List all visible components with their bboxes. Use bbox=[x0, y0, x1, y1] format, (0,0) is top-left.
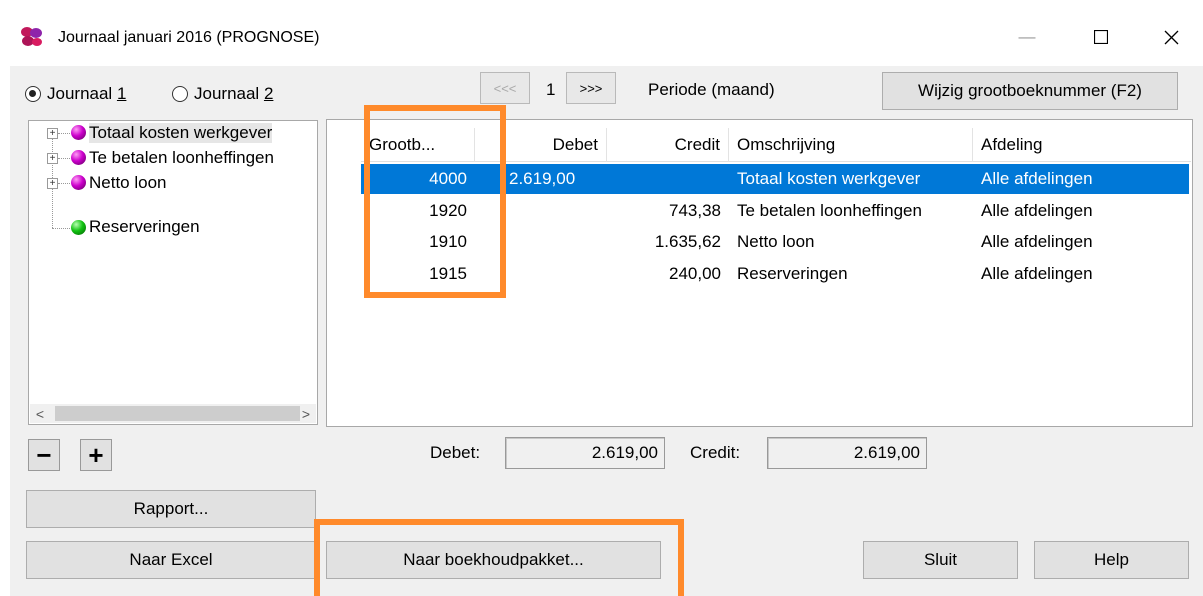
change-ledger-number-button[interactable]: Wijzig grootboeknummer (F2) bbox=[882, 72, 1178, 110]
radio-label-1: Journaal 1 bbox=[47, 84, 127, 103]
table-row[interactable]: 1910 1.635,62 Netto loon Alle afdelingen bbox=[361, 227, 1189, 257]
cell-account: 1915 bbox=[429, 264, 467, 283]
purple-ball-icon bbox=[71, 125, 86, 140]
cell-description: Reserveringen bbox=[737, 264, 848, 283]
expand-all-button[interactable]: + bbox=[80, 439, 112, 471]
app-logo-icon bbox=[21, 27, 42, 46]
column-header-credit[interactable]: Credit bbox=[607, 128, 729, 162]
export-excel-button[interactable]: Naar Excel bbox=[26, 541, 316, 579]
export-accounting-button[interactable]: Naar boekhoudpakket... bbox=[326, 541, 661, 579]
cell-credit: 240,00 bbox=[669, 264, 721, 283]
maximize-icon bbox=[1094, 30, 1108, 44]
expand-icon[interactable]: + bbox=[47, 178, 58, 189]
grid-header: Grootb... Debet Credit Omschrijving Afde… bbox=[361, 128, 1191, 162]
tree-item-reserveringen[interactable]: Reserveringen bbox=[89, 217, 200, 237]
table-row[interactable]: 1920 743,38 Te betalen loonheffingen All… bbox=[361, 196, 1189, 226]
cell-department: Alle afdelingen bbox=[981, 264, 1093, 283]
close-window-button[interactable] bbox=[1148, 20, 1194, 54]
scroll-right-icon[interactable]: > bbox=[296, 404, 316, 423]
cell-description: Netto loon bbox=[737, 232, 815, 251]
expand-icon[interactable]: + bbox=[47, 128, 58, 139]
close-icon bbox=[1164, 30, 1178, 44]
column-header-afdeling[interactable]: Afdeling bbox=[973, 128, 1191, 162]
window-title: Journaal januari 2016 (PROGNOSE) bbox=[58, 29, 320, 46]
tree-connector bbox=[58, 133, 70, 134]
cell-credit: 743,38 bbox=[669, 201, 721, 220]
cell-credit: 1.635,62 bbox=[654, 232, 721, 251]
period-label: Periode (maand) bbox=[648, 80, 775, 99]
column-header-grootboek[interactable]: Grootb... bbox=[361, 128, 475, 162]
cell-debet: 2.619,00 bbox=[509, 169, 576, 188]
scroll-left-icon[interactable]: < bbox=[30, 404, 50, 423]
radio-journaal-1[interactable]: Journaal 1 bbox=[25, 84, 126, 104]
table-row[interactable]: 1915 240,00 Reserveringen Alle afdelinge… bbox=[361, 259, 1189, 289]
purple-ball-icon bbox=[71, 150, 86, 165]
radio-circle bbox=[172, 86, 188, 102]
column-header-debet[interactable]: Debet bbox=[475, 128, 607, 162]
credit-total-label: Credit: bbox=[690, 443, 741, 462]
cell-debet bbox=[501, 196, 607, 226]
cell-account: 1920 bbox=[429, 201, 467, 220]
scrollbar-thumb[interactable] bbox=[55, 406, 300, 421]
cell-description: Te betalen loonheffingen bbox=[737, 201, 922, 220]
tree-horizontal-scrollbar[interactable]: < > bbox=[30, 404, 316, 423]
cell-department: Alle afdelingen bbox=[981, 232, 1093, 251]
cell-debet bbox=[501, 227, 607, 257]
tree-connector bbox=[58, 158, 70, 159]
previous-page-button[interactable]: <<< bbox=[480, 72, 530, 104]
collapse-all-button[interactable]: − bbox=[28, 439, 60, 471]
tree-view[interactable]: + Totaal kosten werkgever + Te betalen l… bbox=[28, 120, 318, 425]
tree-item-totaal-kosten[interactable]: Totaal kosten werkgever bbox=[89, 123, 273, 143]
expand-icon[interactable]: + bbox=[47, 153, 58, 164]
credit-total-field: 2.619,00 bbox=[767, 437, 927, 469]
title-bar: Journaal januari 2016 (PROGNOSE) — bbox=[0, 0, 1203, 66]
radio-journaal-2[interactable]: Journaal 2 bbox=[172, 84, 273, 104]
cell-department: Alle afdelingen bbox=[981, 201, 1093, 220]
next-page-button[interactable]: >>> bbox=[566, 72, 616, 104]
tree-item-loonheffingen[interactable]: Te betalen loonheffingen bbox=[89, 148, 274, 168]
green-ball-icon bbox=[71, 220, 86, 235]
radio-label-2: Journaal 2 bbox=[194, 84, 274, 103]
report-button[interactable]: Rapport... bbox=[26, 490, 316, 528]
tree-connector bbox=[52, 228, 70, 229]
column-header-omschrijving[interactable]: Omschrijving bbox=[729, 128, 973, 162]
maximize-button[interactable] bbox=[1078, 20, 1124, 54]
purple-ball-icon bbox=[71, 175, 86, 190]
page-number: 1 bbox=[546, 80, 556, 99]
debet-total-label: Debet: bbox=[430, 443, 481, 462]
debet-total-field: 2.619,00 bbox=[505, 437, 665, 469]
table-row[interactable]: 4000 2.619,00 Totaal kosten werkgever Al… bbox=[361, 164, 1189, 194]
cell-account: 4000 bbox=[429, 169, 467, 188]
cell-description: Totaal kosten werkgever bbox=[737, 169, 921, 188]
radio-circle-selected bbox=[25, 86, 41, 102]
minimize-button[interactable]: — bbox=[1004, 20, 1050, 54]
cell-department: Alle afdelingen bbox=[981, 169, 1093, 188]
tree-connector bbox=[58, 183, 70, 184]
close-button[interactable]: Sluit bbox=[863, 541, 1018, 579]
cell-debet bbox=[501, 259, 607, 289]
cell-account: 1910 bbox=[429, 232, 467, 251]
tree-item-netto-loon[interactable]: Netto loon bbox=[89, 173, 167, 193]
help-button[interactable]: Help bbox=[1034, 541, 1189, 579]
cell-credit bbox=[607, 164, 729, 194]
journal-grid[interactable]: Grootb... Debet Credit Omschrijving Afde… bbox=[326, 119, 1193, 427]
